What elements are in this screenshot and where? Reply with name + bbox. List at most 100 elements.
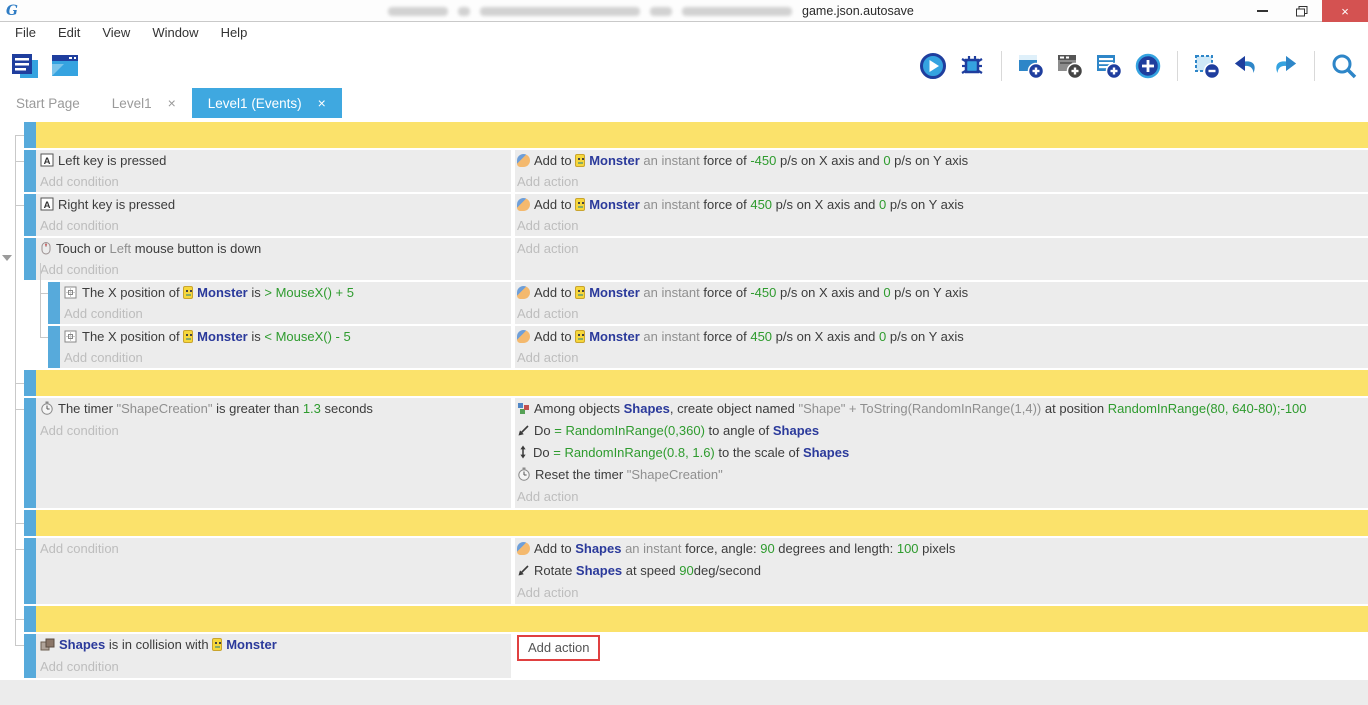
group-header[interactable] (36, 370, 1368, 396)
actions-cell[interactable]: Add to Monster an instant force of -450 … (515, 282, 1368, 324)
run-preview-icon[interactable] (919, 52, 947, 80)
add-condition-placeholder[interactable]: Add condition (40, 420, 511, 442)
close-button[interactable]: × (1322, 0, 1368, 22)
actions-cell[interactable]: Add to Monster an instant force of 450 p… (515, 326, 1368, 368)
scene-editor-icon[interactable] (50, 52, 78, 80)
redo-icon[interactable] (1271, 52, 1299, 80)
action-line[interactable]: Add to Monster an instant force of -450 … (517, 150, 1368, 171)
event-color-bar[interactable] (48, 326, 60, 368)
tab-level1-events-[interactable]: Level1 (Events)× (192, 88, 342, 118)
event-color-bar[interactable] (24, 370, 36, 396)
project-manager-icon[interactable] (10, 52, 38, 80)
add-action-placeholder[interactable]: Add action (517, 215, 1368, 236)
add-event-icon[interactable] (1017, 52, 1045, 80)
add-condition-placeholder[interactable]: Add condition (40, 656, 511, 678)
action-line[interactable]: Rotate Shapes at speed 90deg/second (517, 560, 1368, 582)
delete-selection-icon[interactable] (1193, 52, 1221, 80)
window-title: game.json.autosave (388, 0, 914, 22)
force-icon (517, 542, 530, 555)
conditions-cell[interactable]: The timer "ShapeCreation" is greater tha… (36, 398, 511, 508)
add-condition-placeholder[interactable]: Add condition (64, 303, 511, 324)
collapse-caret-icon[interactable] (2, 255, 12, 261)
actions-cell[interactable]: Add to Monster an instant force of 450 p… (515, 194, 1368, 236)
conditions-cell[interactable]: Add condition (36, 538, 511, 604)
event-color-bar[interactable] (24, 122, 36, 148)
search-icon[interactable] (1330, 52, 1358, 80)
group-header[interactable] (36, 122, 1368, 148)
actions-cell[interactable]: Add to Monster an instant force of -450 … (515, 150, 1368, 192)
actions-cell[interactable]: Among objects Shapes, create object name… (515, 398, 1368, 508)
add-action-placeholder[interactable]: Add action (517, 238, 1368, 259)
event-color-bar[interactable] (24, 194, 36, 236)
add-subevent-icon[interactable] (1056, 52, 1084, 80)
condition-line[interactable]: ARight key is pressed (40, 194, 511, 215)
add-condition-placeholder[interactable]: Add condition (40, 215, 511, 236)
conditions-cell[interactable]: The X position of Monster is < MouseX() … (60, 326, 511, 368)
action-line[interactable]: Do = RandomInRange(0,360) to angle of Sh… (517, 420, 1368, 442)
actions-cell[interactable]: Add action (515, 634, 1368, 678)
condition-line[interactable]: Touch or Left mouse button is down (40, 238, 511, 259)
group-header[interactable] (36, 606, 1368, 632)
event-row: ALeft key is pressedAdd condition Add to … (24, 150, 1368, 192)
conditions-cell[interactable]: ALeft key is pressedAdd condition (36, 150, 511, 192)
condition-line[interactable]: ALeft key is pressed (40, 150, 511, 171)
action-line[interactable]: Add to Monster an instant force of 450 p… (517, 194, 1368, 215)
condition-line[interactable]: The X position of Monster is < MouseX() … (64, 326, 511, 347)
event-color-bar[interactable] (24, 398, 36, 508)
add-condition-placeholder[interactable]: Add condition (40, 259, 511, 280)
add-action-placeholder[interactable]: Add action (517, 347, 1368, 368)
undo-icon[interactable] (1232, 52, 1260, 80)
restore-button[interactable] (1282, 0, 1322, 22)
action-line[interactable]: Add to Monster an instant force of 450 p… (517, 326, 1368, 347)
tab-start-page[interactable]: Start Page (0, 88, 96, 118)
conditions-cell[interactable]: Touch or Left mouse button is downAdd co… (36, 238, 511, 280)
action-line[interactable]: Reset the timer "ShapeCreation" (517, 464, 1368, 486)
event-color-bar[interactable] (24, 150, 36, 192)
event-color-bar[interactable] (24, 238, 36, 280)
add-condition-placeholder[interactable]: Add condition (40, 538, 511, 560)
action-line[interactable]: Among objects Shapes, create object name… (517, 398, 1368, 420)
event-color-bar[interactable] (24, 606, 36, 632)
actions-cell[interactable]: Add action (515, 238, 1368, 280)
redacted-title-segment (388, 7, 448, 16)
condition-line[interactable]: The timer "ShapeCreation" is greater tha… (40, 398, 511, 420)
event-color-bar[interactable] (24, 634, 36, 678)
keyboard-icon: A (40, 153, 54, 167)
add-action-placeholder[interactable]: Add action (517, 171, 1368, 192)
condition-line[interactable]: Shapes is in collision with Monster (40, 634, 511, 656)
tab-close-icon[interactable]: × (318, 95, 326, 111)
tab-close-icon[interactable]: × (168, 95, 176, 111)
event-color-bar[interactable] (24, 510, 36, 536)
add-other-event-icon[interactable] (1134, 52, 1162, 80)
menu-item-help[interactable]: Help (210, 22, 259, 44)
conditions-cell[interactable]: Shapes is in collision with MonsterAdd c… (36, 634, 511, 678)
action-line[interactable]: Add to Shapes an instant force, angle: 9… (517, 538, 1368, 560)
add-condition-placeholder[interactable]: Add condition (64, 347, 511, 368)
angle-icon (517, 424, 530, 437)
action-line[interactable]: Add to Monster an instant force of -450 … (517, 282, 1368, 303)
menu-item-view[interactable]: View (91, 22, 141, 44)
action-line[interactable]: Do = RandomInRange(0.8, 1.6) to the scal… (517, 442, 1368, 464)
group-header[interactable] (36, 510, 1368, 536)
position-icon (64, 330, 78, 343)
tree-line (15, 135, 24, 136)
event-color-bar[interactable] (24, 538, 36, 604)
condition-line[interactable]: The X position of Monster is > MouseX() … (64, 282, 511, 303)
menu-item-edit[interactable]: Edit (47, 22, 91, 44)
event-color-bar[interactable] (48, 282, 60, 324)
actions-cell[interactable]: Add to Shapes an instant force, angle: 9… (515, 538, 1368, 604)
debug-icon[interactable] (958, 52, 986, 80)
minimize-button[interactable] (1242, 0, 1282, 22)
add-condition-placeholder[interactable]: Add condition (40, 171, 511, 192)
menu-item-file[interactable]: File (4, 22, 47, 44)
add-action-placeholder[interactable]: Add action (517, 634, 1368, 661)
tab-level1[interactable]: Level1× (96, 88, 192, 118)
add-action-placeholder[interactable]: Add action (517, 582, 1368, 604)
conditions-cell[interactable]: The X position of Monster is > MouseX() … (60, 282, 511, 324)
timer-icon (517, 467, 531, 481)
conditions-cell[interactable]: ARight key is pressedAdd condition (36, 194, 511, 236)
menu-item-window[interactable]: Window (141, 22, 209, 44)
add-comment-icon[interactable] (1095, 52, 1123, 80)
add-action-placeholder[interactable]: Add action (517, 303, 1368, 324)
add-action-placeholder[interactable]: Add action (517, 486, 1368, 508)
